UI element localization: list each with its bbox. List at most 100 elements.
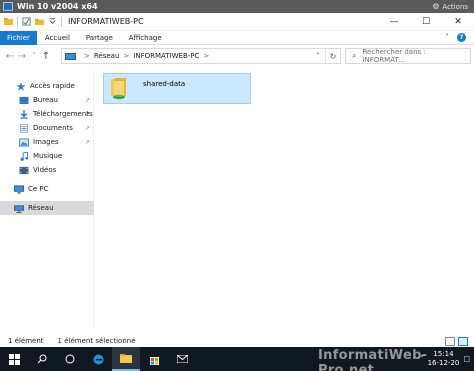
sidebar-item-downloads[interactable]: Téléchargements ↗ (0, 107, 94, 121)
tab-share[interactable]: Partage (78, 34, 121, 42)
ribbon-tabs: Fichier Accueil Partage Affichage ˅ ? (0, 30, 474, 45)
folder-icon (4, 17, 13, 26)
window-controls: — ☐ ✕ (378, 13, 474, 31)
breadcrumb-separator: > (123, 52, 130, 60)
search-taskbar-button[interactable] (28, 347, 56, 371)
sidebar-item-images[interactable]: Images ↗ (0, 135, 94, 149)
toolbar-divider (61, 16, 62, 27)
status-bar: 1 élément 1 élément sélectionné (0, 334, 474, 348)
search-icon (37, 354, 47, 364)
file-name: shared-data (143, 79, 186, 88)
ribbon-right-controls: ˅ ? (445, 33, 466, 42)
clock[interactable]: 15:14 16-12-20 (428, 350, 460, 368)
forward-button[interactable]: → (16, 51, 28, 62)
images-icon (19, 137, 29, 147)
address-bar[interactable]: > Réseau > INFORMATIWEB-PC > ˅ ↻ (61, 48, 341, 64)
store-button[interactable] (140, 347, 168, 371)
breadcrumb-network[interactable]: Réseau (94, 52, 120, 60)
music-icon (20, 151, 29, 161)
list-item[interactable]: shared-data (103, 73, 251, 104)
item-count: 1 élément (8, 337, 44, 345)
back-button[interactable]: ← (4, 51, 16, 62)
search-placeholder: Rechercher dans : INFORMAT... (362, 48, 426, 64)
tab-home[interactable]: Accueil (37, 34, 78, 42)
breadcrumb-computer[interactable]: INFORMATIWEB-PC (133, 52, 199, 60)
window-title-bar: INFORMATIWEB-PC — ☐ ✕ (0, 13, 474, 31)
details-view-button[interactable] (445, 336, 455, 346)
search-input[interactable]: ⌕ Rechercher dans : INFORMAT... (345, 48, 471, 64)
sidebar-item-label: Ce PC (28, 185, 49, 193)
task-view-icon (65, 354, 75, 364)
network-icon (14, 204, 24, 213)
start-button[interactable] (0, 347, 28, 371)
minimize-button[interactable]: — (378, 13, 410, 31)
videos-icon (19, 166, 29, 174)
store-icon (149, 356, 159, 365)
sidebar-item-label: Accès rapide (30, 82, 75, 90)
sidebar-item-this-pc[interactable]: Ce PC (0, 182, 94, 196)
properties-icon[interactable] (22, 17, 31, 26)
up-button[interactable]: ↑ (40, 51, 52, 62)
quick-access-toolbar (4, 16, 62, 27)
navigation-bar: ← → ˅ ↑ > Réseau > INFORMATIWEB-PC > ˅ ↻… (0, 45, 474, 67)
download-icon (20, 109, 28, 119)
sidebar-item-label: Documents (33, 124, 73, 132)
gear-icon: ⚙ (432, 2, 440, 11)
clock-time: 15:14 (433, 350, 454, 358)
mail-icon (176, 355, 188, 363)
vm-title-bar: Win 10 v2004 x64 ⚙ Actions (0, 0, 474, 13)
tab-file[interactable]: Fichier (0, 30, 37, 45)
large-icons-view-button[interactable] (458, 336, 468, 346)
address-dropdown-button[interactable]: ˅ (311, 52, 325, 61)
vm-logo-icon (3, 2, 13, 11)
navigation-pane: Accès rapide Bureau ↗ Téléchargements ↗ … (0, 70, 94, 328)
customize-toolbar-icon[interactable] (48, 17, 57, 26)
pin-icon: ↗ (84, 110, 90, 118)
tray-overflow-icon[interactable]: ˄ (420, 355, 424, 363)
sidebar-item-label: Réseau (28, 204, 54, 212)
help-icon[interactable]: ? (457, 33, 466, 42)
vm-actions-label: Actions (442, 2, 468, 11)
windows-logo-icon (8, 353, 20, 365)
sidebar-item-label: Bureau (33, 96, 58, 104)
documents-icon (20, 123, 28, 133)
taskbar: ˄ 15:14 16-12-20 □ (0, 347, 474, 371)
vm-actions-menu[interactable]: ⚙ Actions (432, 2, 468, 11)
tab-view[interactable]: Affichage (121, 34, 170, 42)
expand-ribbon-button[interactable]: ˅ (445, 33, 449, 42)
maximize-button[interactable]: ☐ (410, 13, 442, 31)
shared-folder-icon (111, 77, 126, 99)
network-location-icon (65, 52, 76, 60)
selection-count: 1 élément sélectionné (57, 337, 136, 345)
sidebar-item-music[interactable]: Musique (0, 149, 94, 163)
sidebar-item-network[interactable]: Réseau (0, 201, 94, 215)
sidebar-item-quick-access[interactable]: Accès rapide (0, 79, 94, 93)
sidebar-item-videos[interactable]: Vidéos (0, 163, 94, 177)
new-folder-icon[interactable] (35, 17, 44, 26)
star-icon (16, 81, 26, 91)
task-view-button[interactable] (56, 347, 84, 371)
close-button[interactable]: ✕ (442, 13, 474, 31)
sidebar-item-desktop[interactable]: Bureau ↗ (0, 93, 94, 107)
vm-title: Win 10 v2004 x64 (17, 2, 98, 11)
sidebar-item-label: Musique (33, 152, 63, 160)
computer-icon (14, 184, 24, 194)
breadcrumb-separator: > (203, 52, 210, 60)
search-icon: ⌕ (352, 51, 357, 60)
mail-button[interactable] (168, 347, 196, 371)
file-explorer-button[interactable] (112, 347, 140, 371)
address-bar-actions: ˅ ↻ (311, 49, 340, 63)
edge-button[interactable] (84, 347, 112, 371)
file-list: shared-data (95, 70, 474, 328)
recent-locations-button[interactable]: ˅ (28, 52, 40, 60)
clock-date: 16-12-20 (427, 359, 460, 367)
pin-icon: ↗ (84, 124, 90, 132)
pin-icon: ↗ (84, 138, 90, 146)
notification-icon[interactable]: □ (463, 355, 470, 363)
system-tray: ˄ 15:14 16-12-20 □ (420, 350, 470, 368)
toolbar-divider (17, 16, 18, 27)
refresh-button[interactable]: ↻ (326, 52, 340, 61)
sidebar-item-label: Images (33, 138, 59, 146)
pin-icon: ↗ (84, 96, 90, 104)
sidebar-item-documents[interactable]: Documents ↗ (0, 121, 94, 135)
